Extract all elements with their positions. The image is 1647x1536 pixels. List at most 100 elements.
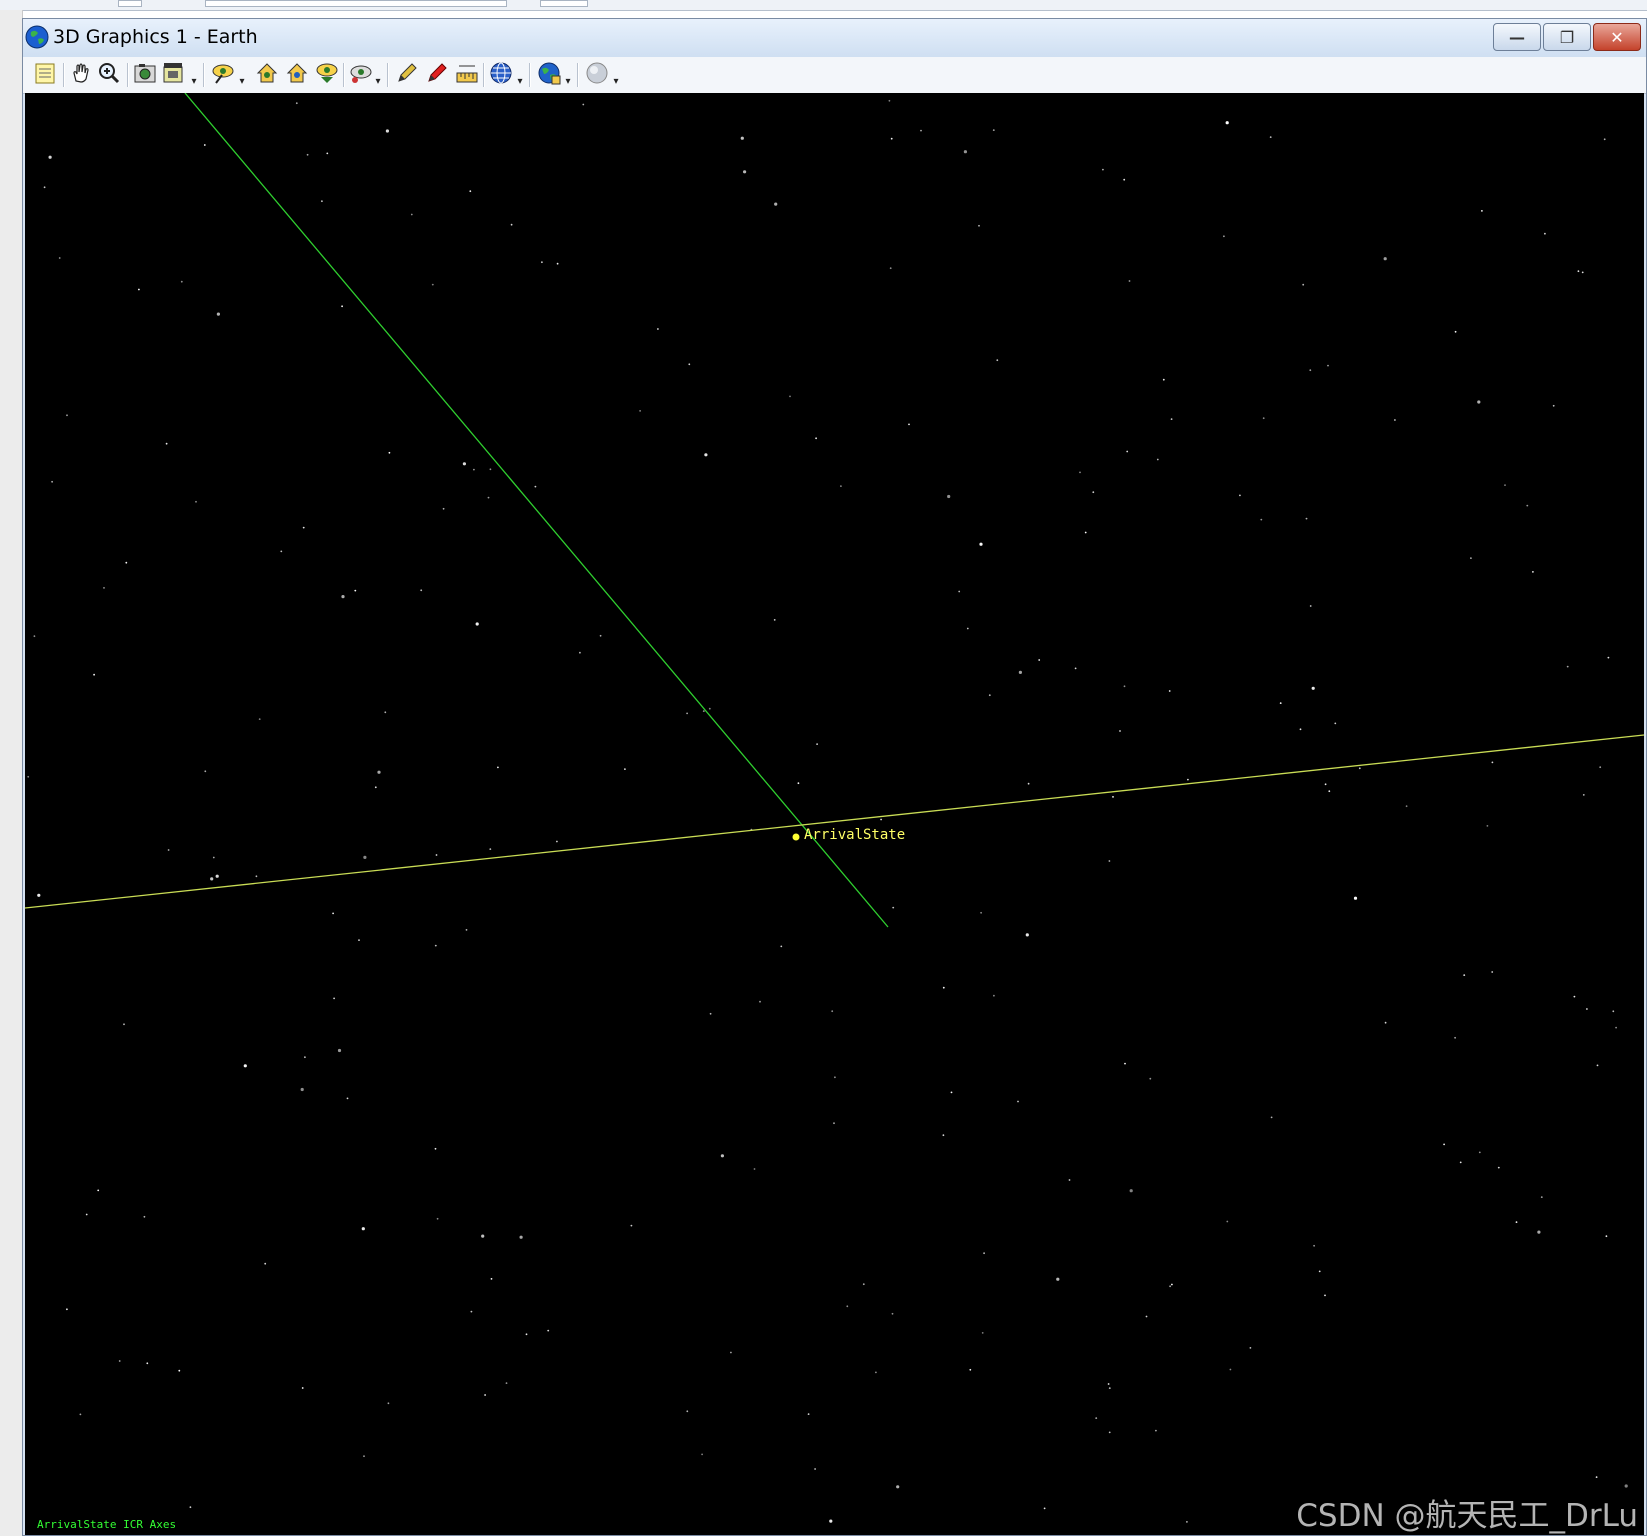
star	[1128, 280, 1131, 282]
arrival-state-marker[interactable]	[792, 833, 800, 841]
strip-button[interactable]	[540, 0, 588, 7]
star	[630, 1224, 633, 1227]
star	[1119, 730, 1121, 732]
zoom-button[interactable]	[95, 61, 123, 89]
star	[37, 893, 41, 897]
green-axis-line	[184, 93, 889, 928]
record-movie-button[interactable]	[159, 61, 187, 89]
star	[980, 911, 982, 914]
star	[189, 1506, 192, 1509]
object-label: ArrivalState	[804, 827, 906, 843]
properties-button[interactable]	[31, 61, 59, 89]
star	[993, 994, 995, 997]
star	[321, 200, 323, 203]
star	[983, 1252, 985, 1255]
star	[1566, 665, 1569, 668]
annotate-button[interactable]	[393, 61, 421, 89]
sphere-button[interactable]	[583, 61, 611, 89]
minimize-button[interactable]: —	[1493, 23, 1541, 51]
parent-app-strip	[0, 0, 1647, 11]
star	[434, 1147, 437, 1150]
toolbar-separator	[343, 63, 345, 87]
star	[1124, 1062, 1126, 1065]
star	[264, 1262, 267, 1265]
star	[1226, 1220, 1229, 1223]
chevron-down-icon[interactable]: ▾	[189, 67, 199, 89]
minimize-icon: —	[1509, 27, 1525, 47]
3d-viewport[interactable]: ArrivalState ArrivalState ICR Axes CSDN …	[25, 93, 1644, 1535]
measure-button[interactable]	[453, 61, 481, 89]
star	[489, 848, 492, 850]
star	[862, 1283, 865, 1286]
star	[125, 561, 128, 564]
earth-globe-icon	[25, 25, 49, 49]
star	[834, 1076, 836, 1079]
star	[1599, 766, 1602, 769]
view-from-to-icon	[211, 61, 235, 89]
star	[410, 213, 413, 216]
star	[1043, 1507, 1046, 1510]
chevron-down-icon[interactable]: ▾	[563, 67, 573, 89]
star	[27, 775, 30, 778]
star	[93, 673, 95, 676]
star	[963, 150, 968, 154]
chevron-down-icon[interactable]: ▾	[515, 67, 525, 89]
star	[1155, 1429, 1157, 1432]
star	[387, 1402, 390, 1405]
axes-info-text: ArrivalState ICR Axes	[37, 1518, 177, 1531]
mdi-frame-left	[0, 10, 23, 1536]
star	[1324, 783, 1327, 786]
star	[341, 595, 345, 599]
strip-field[interactable]	[205, 0, 507, 7]
star	[534, 485, 537, 488]
star	[1586, 1008, 1588, 1010]
star	[1526, 504, 1529, 507]
star	[473, 468, 475, 471]
star	[759, 1000, 761, 1003]
star	[481, 1234, 485, 1238]
snapshot-button[interactable]	[131, 61, 159, 89]
view-from-to-button[interactable]	[209, 61, 237, 89]
home-view-button[interactable]	[253, 61, 281, 89]
home-view-alt-button[interactable]	[283, 61, 311, 89]
title-bar[interactable]: 3D Graphics 1 - Earth — ❐ ✕	[23, 19, 1646, 57]
star	[743, 170, 747, 174]
toolbar-separator	[483, 63, 485, 87]
home-view-alt-icon	[285, 61, 309, 89]
draw-button[interactable]	[423, 61, 451, 89]
chevron-down-icon[interactable]: ▾	[237, 67, 247, 89]
orient-view-button[interactable]	[313, 61, 341, 89]
home-view-icon	[255, 61, 279, 89]
star	[1463, 974, 1466, 976]
star	[1269, 136, 1272, 138]
close-button[interactable]: ✕	[1593, 23, 1641, 51]
chevron-down-icon[interactable]: ▾	[611, 67, 621, 89]
toolbar-separator	[127, 63, 129, 87]
strip-tab[interactable]	[118, 0, 142, 7]
star	[639, 410, 641, 412]
star	[686, 712, 688, 715]
star	[374, 786, 377, 789]
star	[1334, 722, 1337, 725]
star	[1313, 1244, 1315, 1247]
chevron-down-icon[interactable]: ▾	[373, 67, 383, 89]
tracking-view-button[interactable]	[347, 61, 375, 89]
star	[1311, 686, 1315, 690]
star	[1327, 364, 1329, 367]
restore-icon: ❐	[1559, 27, 1575, 47]
globe-object-button[interactable]	[535, 61, 563, 89]
pan-button[interactable]	[67, 61, 95, 89]
star	[1056, 1277, 1060, 1281]
star	[816, 743, 818, 745]
star	[58, 257, 61, 259]
star	[797, 782, 800, 785]
star	[1573, 995, 1576, 998]
restore-button[interactable]: ❐	[1543, 23, 1591, 51]
star	[1027, 782, 1030, 785]
star	[981, 1332, 984, 1334]
star	[97, 1189, 100, 1192]
star	[1383, 257, 1387, 261]
star	[525, 1333, 528, 1336]
star	[1068, 1179, 1071, 1181]
globe-grid-button[interactable]	[487, 61, 515, 89]
